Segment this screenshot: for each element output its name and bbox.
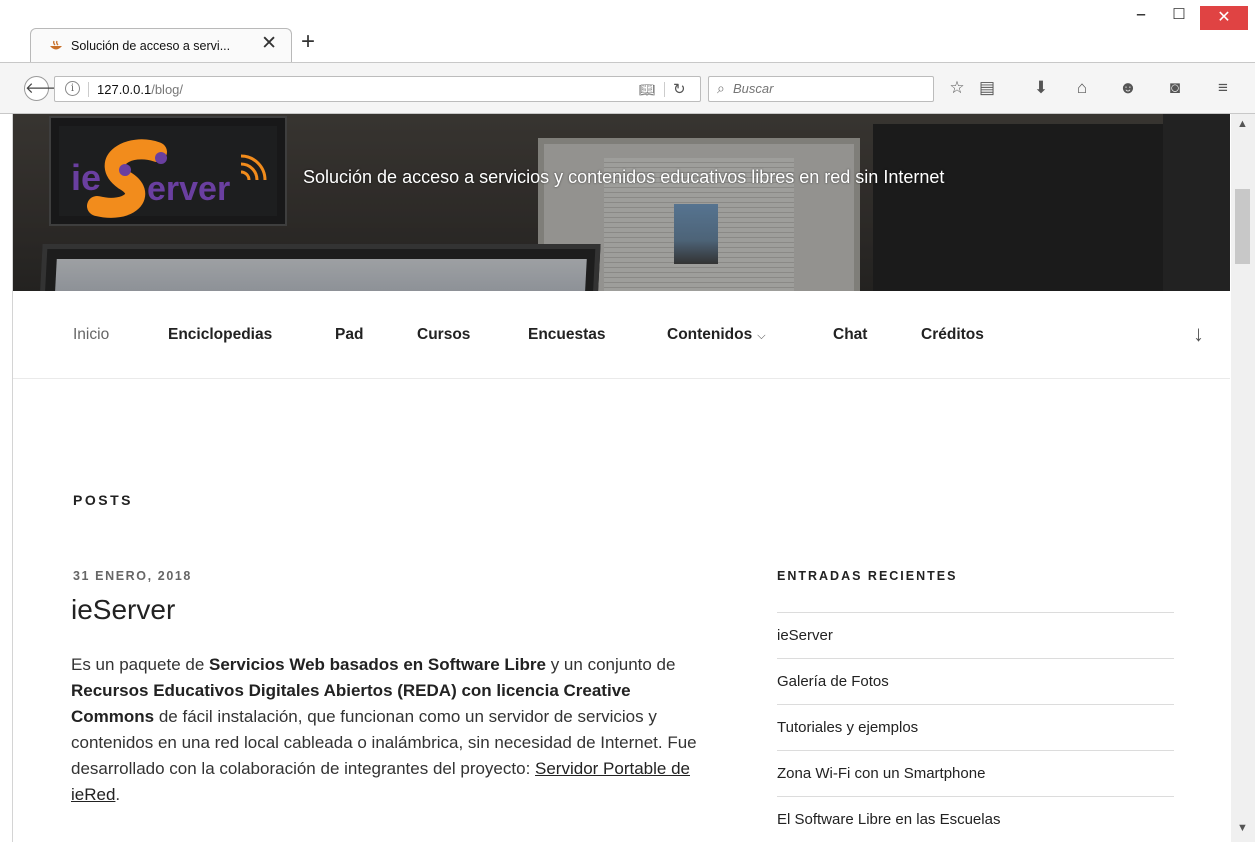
recent-post-link[interactable]: Galería de Fotos	[777, 658, 1174, 704]
header-banner: ie erver Solución de acceso a servicios …	[13, 114, 1230, 291]
site-tagline: Solución de acceso a servicios y conteni…	[303, 167, 945, 187]
post-text: .	[115, 785, 121, 804]
navigation-toolbar: 🡐 i 127.0.0.1/blog/ 📖︎ ↻ ⌕ ☆ ▤ ⬇ ⌂ ☻ ◙ ≡	[0, 62, 1255, 114]
search-icon: ⌕	[717, 80, 725, 96]
recent-post-link[interactable]: ieServer	[777, 612, 1174, 658]
title-bar: Solución de acceso a servi... ✕ + ‒ ☐ ✕	[0, 0, 1255, 63]
menu-item-chat[interactable]: Chat	[833, 326, 867, 344]
site-navigation: Inicio Enciclopedias Pad Cursos Encuesta…	[13, 291, 1230, 379]
post-text-bold: Servicios Web basados en Software Libre	[209, 655, 546, 674]
bookmarks-library-icon[interactable]: ▤	[976, 77, 998, 99]
menu-item-encuestas[interactable]: Encuestas	[528, 326, 606, 344]
search-bar: ⌕	[708, 76, 934, 102]
reload-icon[interactable]: ↻	[673, 80, 686, 98]
menu-icon[interactable]: ≡	[1212, 77, 1234, 99]
reader-view-icon[interactable]: 📖︎	[639, 82, 656, 98]
bookmark-star-icon[interactable]: ☆	[946, 77, 968, 99]
vertical-scrollbar[interactable]: ▲ ▼	[1231, 114, 1255, 842]
menu-item-enciclopedias[interactable]: Enciclopedias	[168, 326, 272, 344]
menu-item-creditos[interactable]: Créditos	[921, 326, 984, 344]
minimize-button[interactable]: ‒	[1126, 0, 1156, 30]
menu-item-pad[interactable]: Pad	[335, 326, 363, 344]
chat-icon[interactable]: ☻	[1117, 77, 1139, 99]
download-icon[interactable]: ⬇	[1030, 77, 1052, 99]
post-title[interactable]: ieServer	[71, 594, 175, 626]
svg-text:erver: erver	[147, 170, 230, 208]
menu-item-contenidos-label: Contenidos	[667, 326, 753, 343]
maximize-button[interactable]: ☐	[1164, 0, 1194, 30]
recent-post-link[interactable]: El Software Libre en las Escuelas	[777, 796, 1174, 842]
url-path: /blog/	[151, 82, 184, 97]
url-divider	[88, 82, 89, 97]
menu-item-cursos[interactable]: Cursos	[417, 326, 470, 344]
recent-post-link[interactable]: Zona Wi-Fi con un Smartphone	[777, 750, 1174, 796]
search-input[interactable]	[733, 81, 928, 96]
menu-item-inicio[interactable]: Inicio	[73, 326, 109, 344]
url-text[interactable]: 127.0.0.1/blog/	[97, 82, 183, 97]
svg-text:ie: ie	[71, 157, 101, 198]
favicon-icon	[50, 40, 62, 50]
chevron-down-icon: ⌵	[757, 330, 766, 342]
scrollbar-thumb[interactable]	[1235, 189, 1250, 264]
url-bar[interactable]: i 127.0.0.1/blog/ 📖︎ ↻	[54, 76, 701, 102]
post-text: y un conjunto de	[545, 655, 676, 674]
info-icon[interactable]: i	[65, 81, 80, 96]
tab-close-icon[interactable]: ✕	[261, 34, 277, 54]
back-button[interactable]: 🡐	[24, 76, 65, 101]
scroll-down-icon[interactable]: ▼	[1237, 822, 1248, 834]
site-logo[interactable]: ie erver	[69, 132, 289, 222]
post-excerpt: Es un paquete de Servicios Web basados e…	[71, 652, 711, 808]
recent-posts-list: ieServer Galería de Fotos Tutoriales y e…	[777, 612, 1174, 842]
close-window-button[interactable]: ✕	[1200, 6, 1248, 30]
menu-item-contenidos[interactable]: Contenidos ⌵	[667, 326, 766, 344]
tab-title: Solución de acceso a servi...	[71, 39, 231, 53]
browser-tab[interactable]: Solución de acceso a servi... ✕	[30, 28, 292, 63]
section-title: POSTS	[73, 492, 133, 508]
scroll-down-arrow-icon[interactable]: ↓	[1193, 321, 1204, 347]
post-text: Es un paquete de	[71, 655, 210, 674]
recent-posts-title: ENTRADAS RECIENTES	[777, 569, 958, 583]
pocket-icon[interactable]: ◙	[1164, 77, 1186, 99]
page-viewport: ie erver Solución de acceso a servicios …	[12, 114, 1230, 842]
url-divider-2	[664, 82, 665, 97]
recent-post-link[interactable]: Tutoriales y ejemplos	[777, 704, 1174, 750]
post-date[interactable]: 31 ENERO, 2018	[73, 569, 192, 583]
new-tab-button[interactable]: +	[301, 30, 315, 54]
home-icon[interactable]: ⌂	[1071, 77, 1093, 99]
url-host: 127.0.0.1	[97, 82, 152, 97]
scroll-up-icon[interactable]: ▲	[1237, 118, 1248, 130]
